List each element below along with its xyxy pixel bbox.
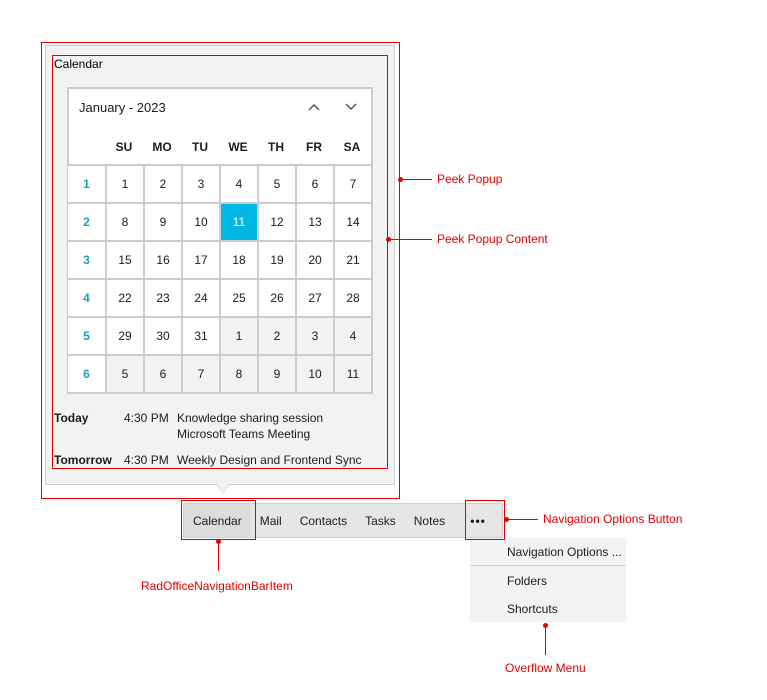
menu-item-navigation-options[interactable]: Navigation Options ... [507, 545, 622, 559]
annotation-line [506, 519, 538, 520]
annotation-peek-popup-content: Peek Popup Content [437, 232, 548, 246]
peek-popup-content-outline [52, 55, 388, 469]
annotation-nav-options-button: Navigation Options Button [543, 512, 683, 526]
menu-item-folders[interactable]: Folders [507, 574, 547, 588]
annotation-nav-bar-item: RadOfficeNavigationBarItem [141, 579, 293, 593]
nav-item-contacts[interactable]: Contacts [291, 504, 356, 537]
nav-item-mail[interactable]: Mail [251, 504, 291, 537]
annotation-line [545, 625, 546, 655]
annotation-overflow-menu: Overflow Menu [505, 661, 586, 675]
menu-item-shortcuts[interactable]: Shortcuts [507, 602, 558, 616]
nav-item-outline [181, 500, 256, 540]
nav-options-button-outline [465, 500, 505, 540]
annotation-line [218, 541, 219, 571]
menu-separator [470, 565, 626, 566]
nav-item-tasks[interactable]: Tasks [356, 504, 405, 537]
nav-item-notes[interactable]: Notes [405, 504, 454, 537]
annotation-peek-popup: Peek Popup [437, 172, 503, 186]
annotation-line [400, 179, 432, 180]
overflow-menu: Navigation Options ... Folders Shortcuts [470, 538, 626, 622]
annotation-line [388, 239, 432, 240]
